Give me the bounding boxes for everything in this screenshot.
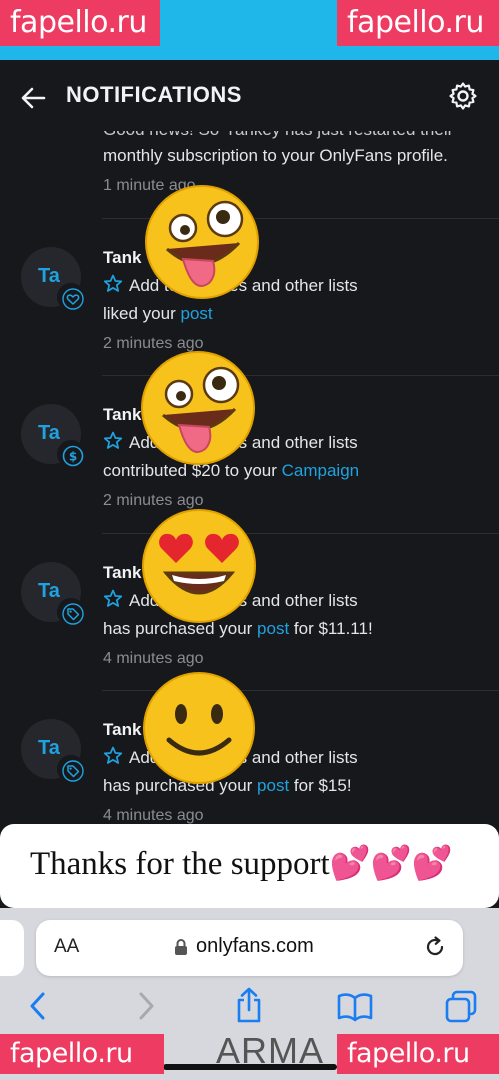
bookmarks-icon[interactable]	[337, 992, 373, 1022]
caption-text: Thanks for the support💕💕💕	[30, 846, 453, 882]
avatar-initials: Ta	[38, 737, 60, 759]
watermark-top-right: fapello.ru	[337, 0, 499, 46]
notification-time: 4 minutes ago	[103, 650, 204, 667]
dollar-icon: $	[62, 445, 84, 467]
post-link[interactable]: post	[257, 619, 289, 638]
tag-icon	[62, 760, 84, 782]
lock-icon	[175, 939, 187, 955]
tabs-icon[interactable]	[444, 990, 478, 1024]
tag-icon	[62, 603, 84, 625]
notification-sender[interactable]: Tank	[103, 405, 141, 425]
zany-face-emoji	[141, 351, 255, 465]
zany-face-emoji	[145, 185, 259, 299]
avatar-badge	[57, 598, 85, 626]
notification-line-2: liked your post	[103, 304, 213, 324]
address-bar[interactable]: AA onlyfans.com	[36, 920, 463, 976]
notification-text-partial: Good news! So-Yankey has just restarted …	[103, 120, 454, 139]
heart-eyes-emoji	[142, 509, 256, 623]
notification-sender[interactable]: Tank	[103, 248, 141, 268]
reader-options-button[interactable]: AA	[54, 936, 79, 958]
avatar-badge	[57, 755, 85, 783]
avatar[interactable]: Ta	[21, 562, 85, 626]
notification-text: liked your	[103, 304, 181, 323]
post-link[interactable]: post	[180, 304, 212, 323]
avatar-badge	[57, 283, 85, 311]
svg-text:$: $	[69, 450, 77, 464]
url-text[interactable]: onlyfans.com	[196, 935, 314, 958]
star-icon[interactable]	[103, 589, 123, 608]
caption-overlay: Thanks for the support💕💕💕	[0, 824, 499, 908]
share-icon[interactable]	[234, 986, 264, 1024]
forward-nav-icon[interactable]	[134, 990, 158, 1022]
avatar-initials: Ta	[38, 580, 60, 602]
star-icon[interactable]	[103, 274, 123, 293]
reload-icon[interactable]	[423, 935, 447, 959]
avatar[interactable]: Ta	[21, 247, 85, 311]
notification-text-suffix: for $15!	[289, 776, 352, 795]
heart-icon	[62, 288, 84, 310]
previous-tab[interactable]	[0, 920, 24, 976]
home-indicator[interactable]	[163, 1064, 337, 1070]
watermark-bottom-left: fapello.ru	[0, 1034, 164, 1074]
notification-text-suffix: for $11.11!	[289, 619, 373, 638]
post-link[interactable]: post	[257, 776, 289, 795]
notification-time: 4 minutes ago	[103, 807, 204, 824]
avatar-initials: Ta	[38, 265, 60, 287]
settings-button[interactable]	[447, 80, 479, 112]
campaign-link[interactable]: Campaign	[282, 461, 360, 480]
smiling-face-emoji	[143, 672, 255, 784]
avatar[interactable]: Ta	[21, 719, 85, 783]
star-icon[interactable]	[103, 431, 123, 450]
avatar-badge: $	[57, 440, 85, 468]
watermark-top-left: fapello.ru	[0, 0, 160, 46]
star-icon[interactable]	[103, 746, 123, 765]
avatar[interactable]: Ta $	[21, 404, 85, 468]
notification-sender[interactable]: Tank	[103, 563, 141, 583]
notification-sender[interactable]: Tank	[103, 720, 141, 740]
back-nav-icon[interactable]	[26, 990, 50, 1022]
avatar-initials: Ta	[38, 422, 60, 444]
gear-icon	[449, 82, 477, 110]
watermark-bottom-right: fapello.ru	[337, 1034, 499, 1074]
notification-text: monthly subscription to your OnlyFans pr…	[103, 146, 448, 165]
page-title: NOTIFICATIONS	[66, 82, 242, 107]
